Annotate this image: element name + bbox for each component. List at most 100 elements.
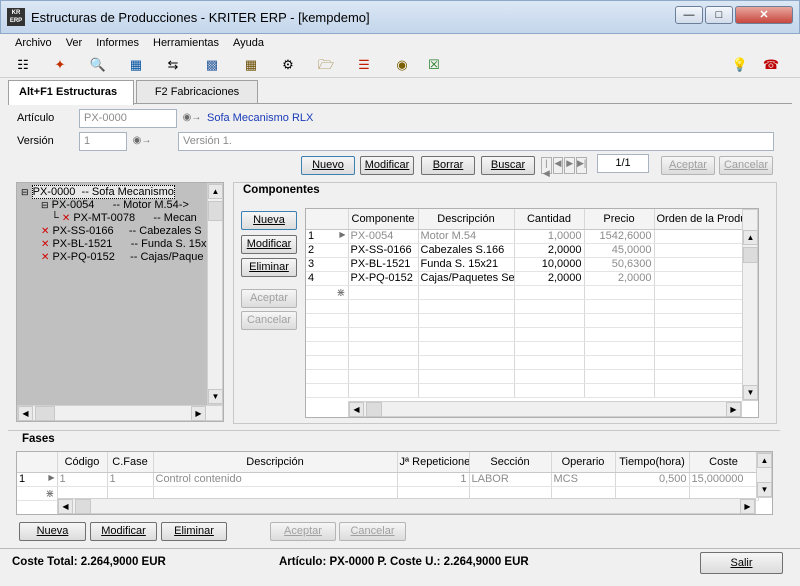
cell-operario[interactable]: MCS xyxy=(551,472,616,487)
scroll-up-icon[interactable]: ▲ xyxy=(757,453,772,468)
cell-coste[interactable]: 15,000000 xyxy=(689,472,759,487)
col-header-tiempo[interactable]: Tiempo(hora) xyxy=(615,452,690,473)
export-folder-icon[interactable]: 🗁 xyxy=(317,56,335,74)
fase-eliminar-button[interactable]: Eliminar xyxy=(161,522,227,541)
scroll-thumb[interactable] xyxy=(208,201,223,221)
version-field[interactable]: 1 xyxy=(79,132,127,151)
componente-cancelar-button[interactable]: Cancelar xyxy=(241,311,297,330)
excel-icon[interactable]: ☒ xyxy=(425,56,443,74)
split-arrows-icon[interactable]: ⇆ xyxy=(164,56,182,74)
cell-cfase[interactable]: 1 xyxy=(107,472,154,487)
tab-fabricaciones[interactable]: F2 Fabricaciones xyxy=(136,80,258,104)
cell-descripcion[interactable]: Funda S. 15x21 xyxy=(418,257,515,272)
close-button[interactable]: ✕ xyxy=(735,6,793,24)
componente-aceptar-button[interactable]: Aceptar xyxy=(241,289,297,308)
minimize-button[interactable]: — xyxy=(675,6,703,24)
scroll-thumb[interactable] xyxy=(75,499,91,514)
fase-modificar-button[interactable]: Modificar xyxy=(90,522,157,541)
col-header-orden[interactable]: Orden de la Produ xyxy=(654,209,745,230)
first-record-icon[interactable]: |◀ xyxy=(541,157,552,178)
cell-orden[interactable] xyxy=(654,243,745,258)
cell-componente[interactable]: PX-PQ-0152 xyxy=(348,271,419,286)
cell-cantidad[interactable]: 2,0000 xyxy=(514,243,585,258)
fases-horizontal-scrollbar[interactable]: ◀ ▶ xyxy=(57,498,756,514)
menu-archivo[interactable]: Archivo xyxy=(8,37,59,49)
col-header-cfase[interactable]: C.Fase xyxy=(107,452,154,473)
cell-orden[interactable] xyxy=(654,257,745,272)
cell-descripcion[interactable]: Motor M.54 xyxy=(418,229,515,244)
fase-nueva-button[interactable]: Nueva xyxy=(19,522,86,541)
salir-button[interactable]: Salir xyxy=(700,552,783,574)
scroll-left-icon[interactable]: ◀ xyxy=(18,406,33,421)
prev-record-icon[interactable]: ◀ xyxy=(552,157,564,174)
search-window-icon[interactable]: ▦ xyxy=(127,56,145,74)
cell-orden[interactable] xyxy=(654,271,745,286)
col-header-descripcion[interactable]: Descripción xyxy=(418,209,515,230)
table-row[interactable]: 2 PX-SS-0166 Cabezales S.166 2,0000 45,0… xyxy=(306,243,745,258)
buscar-button[interactable]: Buscar xyxy=(481,156,535,175)
scroll-thumb[interactable] xyxy=(743,247,758,263)
hierarchy-icon[interactable]: ☰ xyxy=(355,56,373,74)
cell-cantidad[interactable]: 10,0000 xyxy=(514,257,585,272)
tips-bulb-icon[interactable]: 💡 xyxy=(731,56,749,74)
scroll-up-icon[interactable]: ▲ xyxy=(743,230,758,245)
alarm-icon[interactable]: ☎ xyxy=(762,56,780,74)
modificar-button[interactable]: Modificar xyxy=(360,156,414,175)
cell-componente[interactable]: PX-BL-1521 xyxy=(348,257,419,272)
articulo-field[interactable]: PX-0000 xyxy=(79,109,177,128)
componentes-grid[interactable]: Componente Descripción Cantidad Precio O… xyxy=(305,208,759,418)
col-header-coste[interactable]: Coste xyxy=(689,452,759,473)
cell-descripcion[interactable]: Cabezales S.166 xyxy=(418,243,515,258)
scroll-left-icon[interactable]: ◀ xyxy=(58,499,73,514)
tree-node[interactable]: ✕ PX-PQ-0152 -- Cajas/Paque xyxy=(41,251,203,263)
magic-wand-icon[interactable]: ✦ xyxy=(51,56,69,74)
scroll-left-icon[interactable]: ◀ xyxy=(349,402,364,417)
calculator-icon[interactable]: ▦ xyxy=(242,56,260,74)
cell-componente[interactable]: PX-SS-0166 xyxy=(348,243,419,258)
col-header-precio[interactable]: Precio xyxy=(584,209,655,230)
cell-precio[interactable]: 1542,6000 xyxy=(584,229,655,244)
fase-aceptar-button[interactable]: Aceptar xyxy=(270,522,336,541)
cell-cantidad[interactable]: 2,0000 xyxy=(514,271,585,286)
table-row[interactable]: 3 PX-BL-1521 Funda S. 15x21 10,0000 50,6… xyxy=(306,257,745,272)
grid-horizontal-scrollbar[interactable]: ◀ ▶ xyxy=(348,401,742,417)
last-record-icon[interactable]: ▶| xyxy=(576,157,588,174)
col-header-descripcion[interactable]: Descripción xyxy=(153,452,398,473)
aceptar-button[interactable]: Aceptar xyxy=(661,156,715,175)
tree-horizontal-scrollbar[interactable]: ◀ ▶ xyxy=(17,405,223,421)
scroll-thumb[interactable] xyxy=(366,402,382,417)
menu-ver[interactable]: Ver xyxy=(59,37,90,49)
fases-grid[interactable]: Código C.Fase Descripción Jª Repeticione… xyxy=(16,451,773,515)
cell-codigo[interactable]: 1 xyxy=(57,472,108,487)
tree-node-root[interactable]: ⊟ PX-0000 -- Sofa Mecanismo xyxy=(21,185,175,199)
table-row[interactable]: 1 ▶ 1 1 Control contenido 1 LABOR MCS 0,… xyxy=(17,472,759,487)
componente-modificar-button[interactable]: Modificar xyxy=(241,235,297,254)
borrar-button[interactable]: Borrar xyxy=(421,156,475,175)
tab-estructuras[interactable]: Alt+F1 Estructuras xyxy=(8,80,134,105)
tree-node[interactable]: ✕ PX-SS-0166 -- Cabezales S xyxy=(41,225,202,237)
menu-informes[interactable]: Informes xyxy=(89,37,146,49)
fases-vertical-scrollbar[interactable]: ▲ ▼ xyxy=(756,452,772,498)
scroll-down-icon[interactable]: ▼ xyxy=(208,389,223,404)
col-header-operario[interactable]: Operario xyxy=(551,452,616,473)
cancelar-button[interactable]: Cancelar xyxy=(719,156,773,175)
gears-icon[interactable]: ⚙ xyxy=(279,56,297,74)
menu-herramientas[interactable]: Herramientas xyxy=(146,37,226,49)
structure-tree[interactable]: ⊟ PX-0000 -- Sofa Mecanismo ⊟ PX-0054 --… xyxy=(16,182,224,422)
print-preview-icon[interactable]: 🔍 xyxy=(89,56,107,74)
document-stack-icon[interactable]: ▩ xyxy=(203,56,221,74)
version-search-icon[interactable]: ◉→ xyxy=(130,132,154,151)
tree-structure-icon[interactable]: ☷ xyxy=(14,56,32,74)
scroll-up-icon[interactable]: ▲ xyxy=(208,184,223,199)
cell-seccion[interactable]: LABOR xyxy=(469,472,552,487)
tree-vertical-scrollbar[interactable]: ▲ ▼ xyxy=(207,183,223,405)
new-row[interactable]: ⋇ xyxy=(306,285,745,300)
cell-orden[interactable] xyxy=(654,229,745,244)
col-header-cantidad[interactable]: Cantidad xyxy=(514,209,585,230)
nuevo-button[interactable]: Nuevo xyxy=(301,156,355,175)
cell-tiempo[interactable]: 0,500 xyxy=(615,472,690,487)
tree-node[interactable]: └ ✕ PX-MT-0078 -- Mecan xyxy=(51,212,197,224)
money-bag-icon[interactable]: ◉ xyxy=(393,56,411,74)
cell-precio[interactable]: 45,0000 xyxy=(584,243,655,258)
cell-repeticion[interactable]: 1 xyxy=(397,472,470,487)
